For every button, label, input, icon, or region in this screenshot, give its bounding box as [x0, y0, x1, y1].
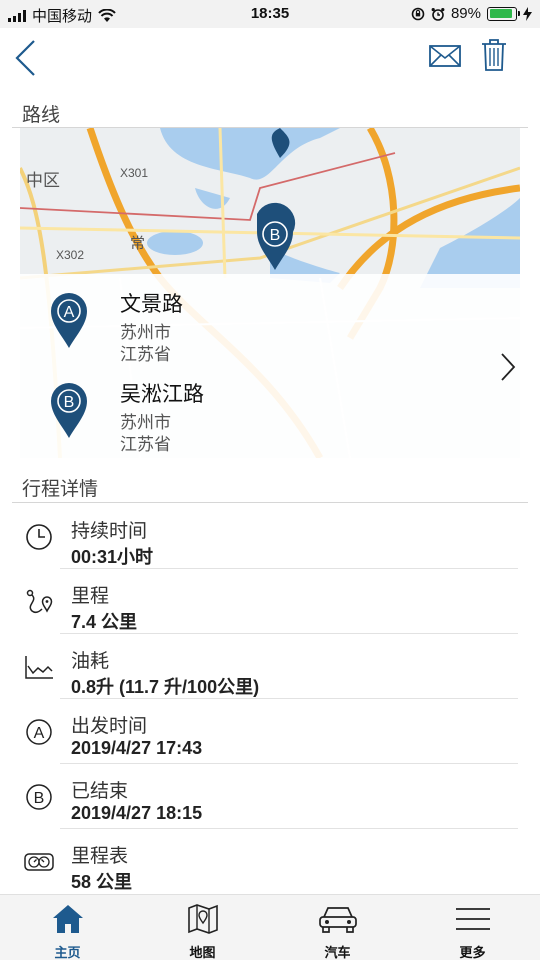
end-province: 江苏省 — [120, 435, 171, 454]
rotation-lock-icon — [411, 7, 425, 20]
svg-text:A: A — [34, 725, 45, 742]
trash-icon[interactable] — [481, 38, 507, 72]
divider — [12, 502, 528, 503]
detail-label: 出发时间 — [71, 716, 148, 737]
details-section-title: 行程详情 — [22, 479, 99, 500]
detail-row-end: B 已结束 2019/4/27 18:15 — [12, 764, 518, 829]
detail-row-fuel: 油耗 0.8升 (11.7 升/100公里) — [12, 634, 518, 699]
map-label: X302 — [56, 248, 85, 262]
tab-bar: 主页 地图 汽车 更多 — [0, 894, 540, 960]
tab-label: 主页 — [54, 945, 81, 960]
detail-label: 持续时间 — [71, 521, 148, 542]
route-stops-panel: A 文景路 苏州市 江苏省 B 吴淞江路 苏州市 江苏省 — [20, 274, 520, 458]
detail-row-duration: 持续时间 00:31小时 — [12, 504, 518, 569]
route-map[interactable]: B 中区 X301 X302 常 A 文景路 苏州市 江苏省 B 吴淞江路 苏州… — [20, 128, 520, 458]
car-icon — [319, 907, 357, 933]
menu-icon — [456, 908, 490, 930]
start-province: 江苏省 — [120, 345, 171, 364]
detail-value: 2019/4/27 17:43 — [71, 738, 203, 758]
chevron-right-icon[interactable] — [500, 352, 516, 382]
tab-more[interactable]: 更多 — [405, 895, 540, 960]
tab-map[interactable]: 地图 — [135, 895, 270, 960]
tab-label: 汽车 — [324, 945, 351, 960]
detail-value: 7.4 公里 — [71, 612, 138, 632]
circle-b-icon: B — [26, 784, 52, 810]
start-street: 文景路 — [120, 293, 183, 316]
detail-label: 油耗 — [71, 651, 110, 672]
tab-car[interactable]: 汽车 — [270, 895, 405, 960]
home-icon — [53, 905, 83, 933]
detail-value: 00:31小时 — [71, 547, 154, 567]
battery-percent: 89% — [450, 5, 481, 22]
pin-b-icon: B — [51, 383, 87, 438]
detail-label: 已结束 — [71, 781, 129, 802]
mail-icon[interactable] — [428, 42, 462, 70]
clock-icon — [26, 524, 52, 550]
pin-a-icon: A — [51, 293, 87, 348]
status-right: 89% — [411, 5, 532, 22]
svg-text:B: B — [270, 227, 281, 244]
map-label: 中区 — [26, 171, 60, 190]
end-stop: B 吴淞江路 苏州市 江苏省 — [50, 378, 490, 458]
tab-label: 更多 — [459, 945, 486, 960]
detail-value: 0.8升 (11.7 升/100公里) — [71, 677, 260, 697]
battery-icon — [487, 6, 520, 21]
detail-label: 里程 — [71, 586, 110, 607]
route-section-title: 路线 — [22, 105, 61, 126]
status-bar: 中国移动 18:35 89% — [0, 0, 540, 28]
chevron-left-icon[interactable] — [12, 38, 40, 78]
nav-bar — [0, 28, 540, 92]
svg-text:B: B — [34, 790, 45, 807]
detail-row-distance: 里程 7.4 公里 — [12, 569, 518, 634]
detail-row-odometer: 里程表 58 公里 — [12, 829, 518, 894]
detail-value: 58 公里 — [71, 872, 133, 892]
detail-label: 里程表 — [71, 846, 129, 867]
end-street: 吴淞江路 — [120, 383, 204, 406]
detail-value: 2019/4/27 18:15 — [71, 803, 203, 823]
svg-text:A: A — [64, 304, 75, 321]
start-stop: A 文景路 苏州市 江苏省 — [50, 288, 490, 368]
svg-text:B: B — [64, 394, 75, 411]
route-icon — [26, 589, 53, 613]
detail-row-departure: A 出发时间 2019/4/27 17:43 — [12, 699, 518, 764]
alarm-icon — [431, 7, 445, 21]
circle-a-icon: A — [26, 719, 52, 745]
map-label: X301 — [120, 166, 149, 180]
fuel-chart-icon — [25, 656, 53, 679]
map-label: 常 — [130, 235, 146, 252]
battery-fill — [489, 9, 512, 18]
odometer-icon — [24, 853, 54, 871]
map-icon — [188, 904, 218, 934]
tab-label: 地图 — [189, 945, 216, 960]
charging-icon — [523, 6, 532, 21]
tab-home[interactable]: 主页 — [0, 895, 135, 960]
